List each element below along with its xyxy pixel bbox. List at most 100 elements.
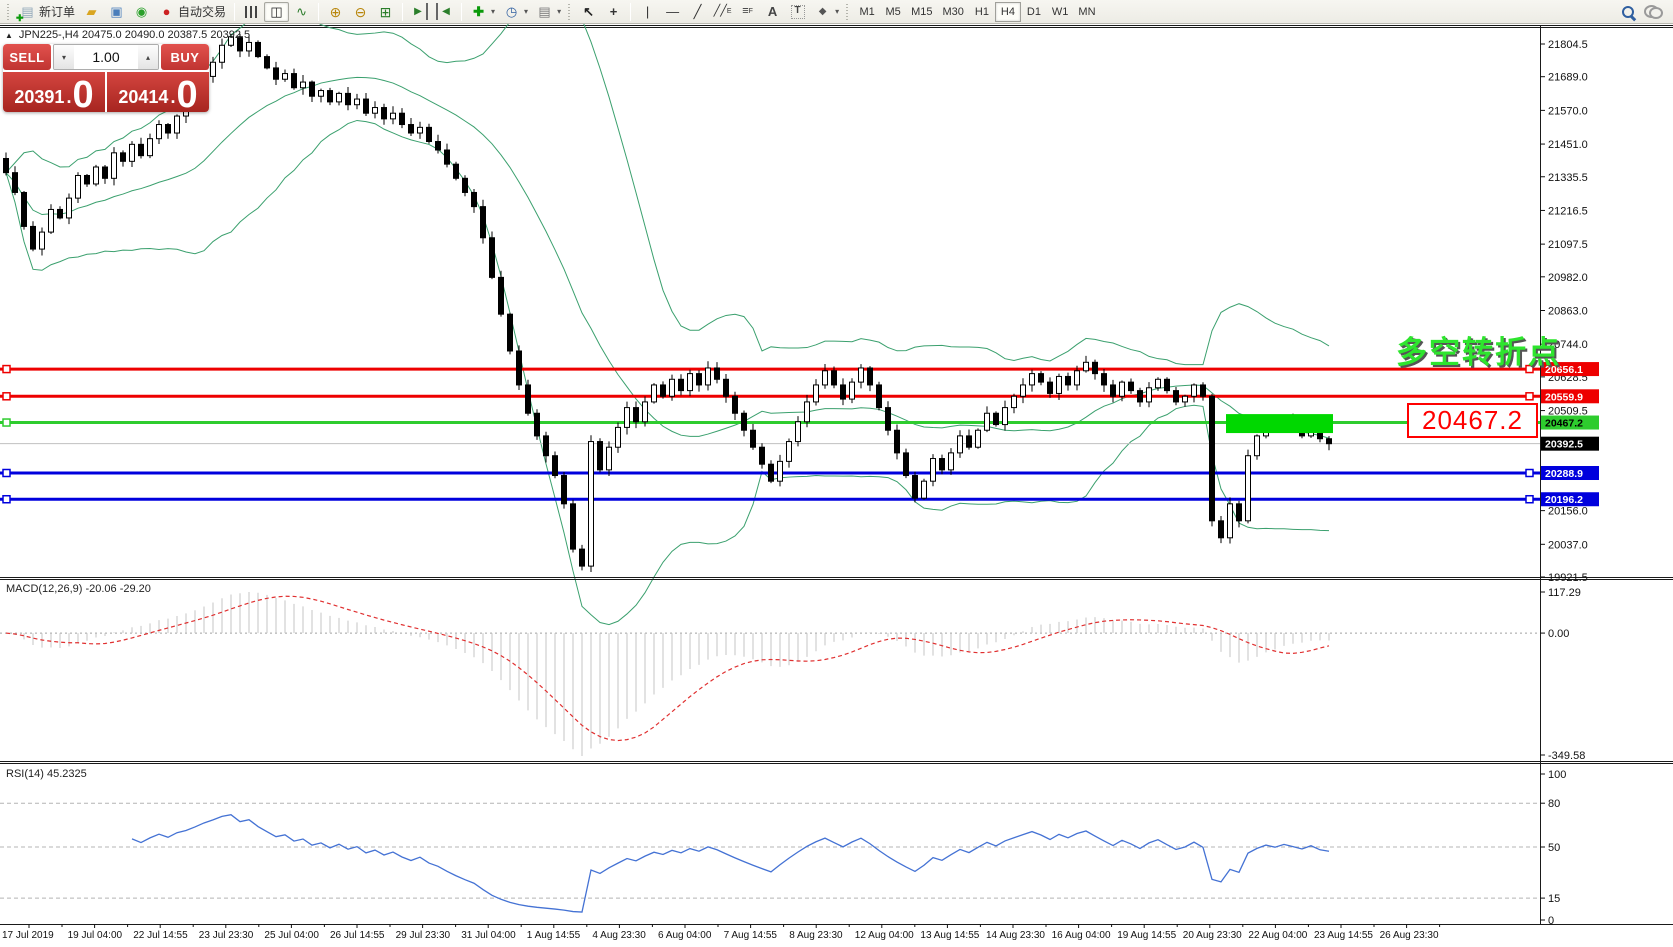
crosshair-tool-button[interactable]: + [601,2,626,22]
svg-text:22 Aug 04:00: 22 Aug 04:00 [1248,930,1307,941]
autotrading-button[interactable]: ● 自动交易 [154,2,230,22]
timeframe-button-MN[interactable]: MN [1073,2,1100,22]
rsi-indicator-label: RSI(14) 45.2325 [6,768,87,780]
zoom-out-button[interactable]: ⊖ [348,2,373,22]
macd-indicator-label: MACD(12,26,9) -20.06 -29.20 [6,583,151,595]
webtrader-button[interactable]: ▣ [104,2,129,22]
bar-chart-button[interactable] [239,2,264,22]
timeframe-button-M15[interactable]: M15 [906,2,937,22]
zoom-in-button[interactable]: ⊕ [323,2,348,22]
price-callout-box[interactable]: 20467.2 [1407,403,1538,438]
svg-text:21570.0: 21570.0 [1548,105,1588,117]
volume-decrease-button[interactable]: ▾ [54,45,74,69]
webtrader-icon: ▣ [108,3,125,20]
svg-text:7 Aug 14:55: 7 Aug 14:55 [724,930,778,941]
svg-text:23 Jul 23:30: 23 Jul 23:30 [199,930,254,941]
svg-text:6 Aug 04:00: 6 Aug 04:00 [658,930,712,941]
highlight-box[interactable] [1226,414,1333,433]
svg-text:16 Aug 04:00: 16 Aug 04:00 [1052,930,1111,941]
svg-text:20037.0: 20037.0 [1548,539,1588,551]
hline-anchor[interactable] [1526,470,1533,477]
candlestick-chart-button[interactable]: ◫ [264,2,289,22]
timeframe-group: M1M5M15M30H1H4D1W1MN [854,2,1100,22]
shapes-icon: ◆ [814,3,831,20]
volume-stepper: ▾ ▴ [53,44,159,70]
indicators-button[interactable]: ✚▾ [466,2,499,22]
chart-window: 21804.521689.021570.021451.021335.521216… [0,0,1673,947]
search-icon[interactable] [1620,4,1636,20]
cursor-tool-button[interactable]: ↖ [576,2,601,22]
text-tool-button[interactable]: A [760,2,785,22]
timeframe-button-M1[interactable]: M1 [854,2,880,22]
channel-tool-button[interactable]: ╱╱E [710,2,735,22]
chart-canvas[interactable]: 21804.521689.021570.021451.021335.521216… [0,0,1673,947]
horizontal-line-icon: — [664,3,681,20]
svg-text:13 Aug 14:55: 13 Aug 14:55 [920,930,979,941]
chart-shift-button[interactable]: ◀ [432,2,457,22]
hline-anchor[interactable] [1526,393,1533,400]
svg-text:12 Aug 04:00: 12 Aug 04:00 [855,930,914,941]
shapes-tool-button[interactable]: ◆▾ [810,2,843,22]
svg-text:20 Aug 23:30: 20 Aug 23:30 [1183,930,1242,941]
hline-anchor[interactable] [3,470,10,477]
timeframe-button-D1[interactable]: D1 [1021,2,1047,22]
svg-text:20196.2: 20196.2 [1545,494,1583,506]
chart-shift-icon: ◀ [436,3,453,20]
svg-text:20156.0: 20156.0 [1548,506,1588,518]
line-chart-button[interactable]: ∿ [289,2,314,22]
auto-scroll-button[interactable]: ▶ [407,2,432,22]
buy-price-button[interactable]: 20414 . 0 [107,72,209,112]
svg-text:100: 100 [1548,769,1566,781]
autotrading-icon: ● [158,3,175,20]
chat-icon[interactable] [1644,4,1663,19]
text-label-tool-button[interactable]: T [785,2,810,22]
buy-price-frac: 0 [176,80,197,110]
auto-scroll-icon: ▶ [411,3,428,20]
timeframe-button-H4[interactable]: H4 [995,2,1021,22]
symbol-info: ▲ JPN225-,H4 20475.0 20490.0 20387.5 203… [5,29,250,41]
toolbar-drag-handle[interactable] [7,4,12,20]
templates-button[interactable]: ▤▾ [532,2,565,22]
svg-text:17 Jul 2019: 17 Jul 2019 [2,930,54,941]
svg-text:19921.5: 19921.5 [1548,572,1588,584]
tile-windows-button[interactable]: ⊞ [373,2,398,22]
volume-increase-button[interactable]: ▴ [138,45,158,69]
clock-icon: ◷ [503,3,520,20]
deposit-button[interactable]: ▰ [79,2,104,22]
timeframe-button-M5[interactable]: M5 [880,2,906,22]
hline-anchor[interactable] [1526,496,1533,503]
hline-anchor[interactable] [3,419,10,426]
toolbar-drag-handle[interactable] [846,4,851,20]
candlestick-icon: ◫ [268,3,285,20]
hline-anchor[interactable] [3,366,10,373]
trendline-tool-button[interactable]: ╱ [685,2,710,22]
toolbar-drag-handle[interactable] [568,4,573,20]
fibonacci-tool-button[interactable]: ≡F [735,2,760,22]
volume-input[interactable] [74,45,138,69]
timeframe-button-M30[interactable]: M30 [938,2,969,22]
sell-price-button[interactable]: 20391 . 0 [3,72,105,112]
hline-anchor[interactable] [3,496,10,503]
svg-text:20559.9: 20559.9 [1545,391,1583,403]
svg-text:31 Jul 04:00: 31 Jul 04:00 [461,930,516,941]
new-order-button[interactable]: ▤ 新订单 [15,2,79,22]
horizontal-line-tool-button[interactable]: — [660,2,685,22]
sell-button[interactable]: SELL [3,44,51,70]
cursor-icon: ↖ [580,3,597,20]
timeframe-button-H1[interactable]: H1 [969,2,995,22]
new-order-icon: ▤ [19,3,36,20]
svg-text:21689.0: 21689.0 [1548,72,1588,84]
buy-price-int: 20414 [118,88,168,106]
signals-button[interactable]: ◉ [129,2,154,22]
hline-anchor[interactable] [3,393,10,400]
timeframe-button-W1[interactable]: W1 [1047,2,1074,22]
svg-text:26 Jul 14:55: 26 Jul 14:55 [330,930,385,941]
periods-button[interactable]: ◷▾ [499,2,532,22]
svg-text:80: 80 [1548,798,1560,810]
buy-button[interactable]: BUY [161,44,209,70]
zoom-in-icon: ⊕ [327,3,344,20]
annotation-text[interactable]: 多空转折点 [1396,327,1561,372]
vertical-line-tool-button[interactable]: | [635,2,660,22]
svg-text:50: 50 [1548,842,1560,854]
one-click-toggle-icon[interactable]: ▲ [5,31,13,40]
